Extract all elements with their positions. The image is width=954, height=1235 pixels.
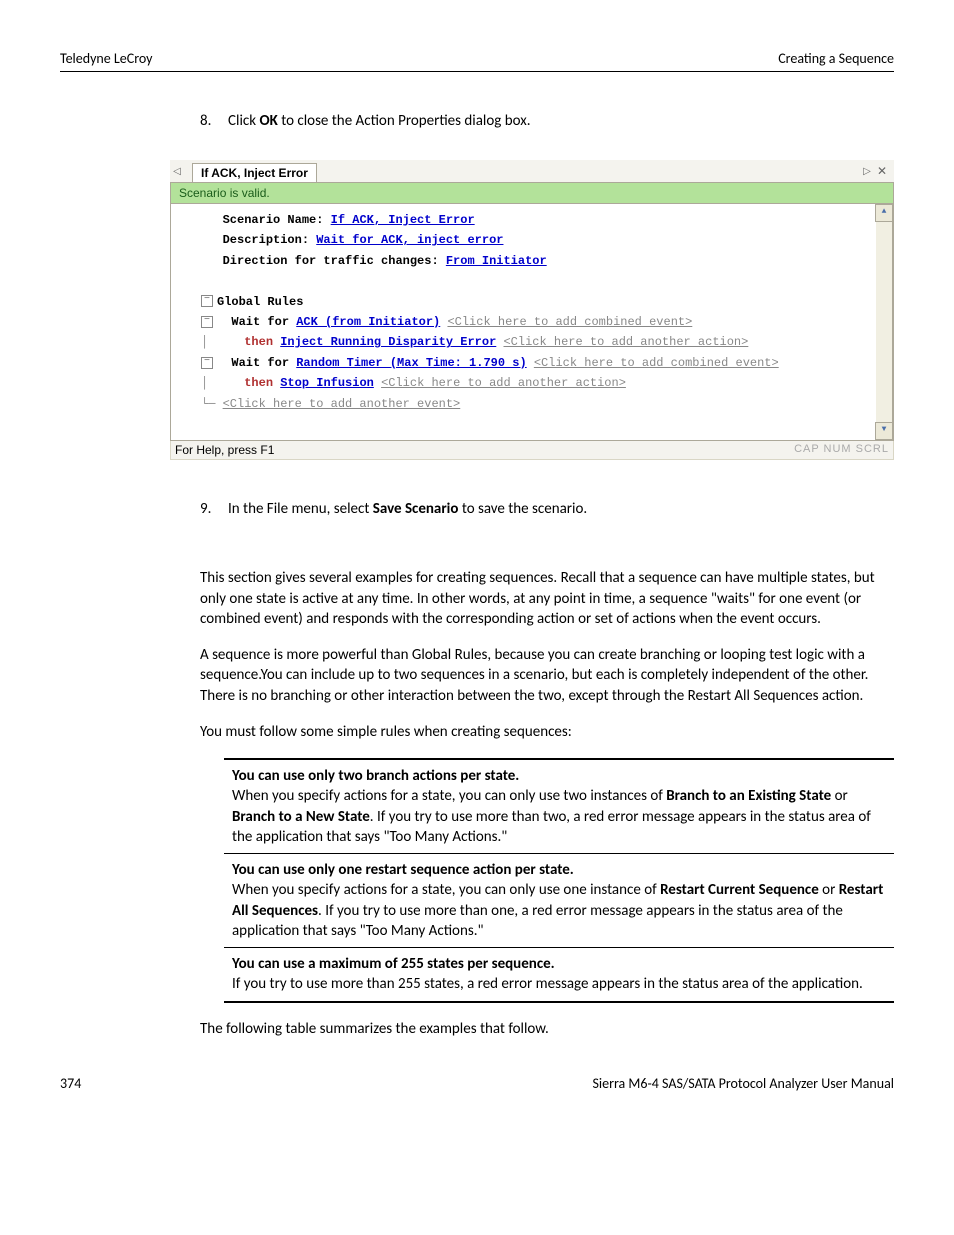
description-label: Description: (223, 233, 317, 247)
screenshot-panel: ◁ If ACK, Inject Error ▷ ✕ Scenario is v… (170, 160, 894, 460)
rule1-action[interactable]: Inject Running Disparity Error (280, 335, 496, 349)
scenario-name-value[interactable]: If ACK, Inject Error (331, 213, 475, 227)
scroll-down-icon[interactable]: ▼ (875, 422, 893, 440)
rule-title: You can use a maximum of 255 states per … (232, 955, 555, 973)
rule-title: You can use only one restart sequence ac… (232, 861, 574, 879)
rule-body: . If you try to use more than one, a red… (232, 902, 843, 940)
table-row: You can use only two branch actions per … (224, 759, 894, 854)
direction-value[interactable]: From Initiator (446, 254, 547, 268)
rule-body: or (819, 881, 839, 899)
description-line: Description: Wait for ACK, inject error (201, 230, 889, 250)
statusbar-help: For Help, press F1 (175, 443, 274, 457)
add-combined-event-placeholder[interactable]: <Click here to add combined event> (534, 356, 779, 370)
rule-bold: Restart Current Sequence (660, 881, 819, 899)
global-rules-label: Global Rules (217, 295, 303, 309)
scrollbar-track[interactable] (876, 221, 893, 423)
rule-body: If you try to use more than 255 states, … (232, 975, 863, 993)
fold-icon[interactable]: − (201, 316, 213, 328)
page-footer: 374 Sierra M6-4 SAS/SATA Protocol Analyz… (60, 1075, 894, 1092)
scenario-name-line: Scenario Name: If ACK, Inject Error (201, 210, 889, 230)
step-text: In the File menu, select Save Scenario t… (228, 500, 894, 518)
rule-bold: Branch to an Existing State (666, 787, 831, 805)
rule2-event[interactable]: Random Timer (Max Time: 1.790 s) (296, 356, 526, 370)
scroll-up-icon[interactable]: ▲ (875, 204, 893, 222)
add-action-placeholder[interactable]: <Click here to add another action> (381, 376, 626, 390)
status-bar: For Help, press F1 CAP NUM SCRL (170, 441, 894, 460)
scenario-editor[interactable]: ▲ ▼ Scenario Name: If ACK, Inject Error … (170, 204, 894, 441)
rule2-action[interactable]: Stop Infusion (280, 376, 374, 390)
step-text-bold: Save Scenario (373, 500, 459, 518)
close-icon[interactable]: ✕ (874, 164, 894, 178)
rule-body: or (831, 787, 848, 805)
paragraph: This section gives several examples for … (200, 568, 894, 629)
rule2-then-line: │ then Stop Infusion <Click here to add … (201, 373, 889, 393)
table-row: You can use only one restart sequence ac… (224, 854, 894, 948)
step-number: 8. (200, 112, 228, 130)
step-text-bold: OK (259, 112, 277, 130)
global-rules-line: −Global Rules (201, 292, 889, 312)
tab-scroll-left-icon[interactable]: ◁ (170, 166, 184, 177)
scenario-tab[interactable]: If ACK, Inject Error (192, 163, 317, 182)
step-text-post: to save the scenario. (458, 500, 587, 518)
page-number: 374 (60, 1075, 81, 1092)
table-row: You can use a maximum of 255 states per … (224, 948, 894, 1002)
rule-body: When you specify actions for a state, yo… (232, 787, 666, 805)
header-right: Creating a Sequence (778, 50, 894, 67)
direction-label: Direction for traffic changes: (223, 254, 446, 268)
add-combined-event-placeholder[interactable]: <Click here to add combined event> (447, 315, 692, 329)
tab-scroll-right-icon[interactable]: ▷ (860, 166, 874, 177)
tab-bar: ◁ If ACK, Inject Error ▷ ✕ (170, 160, 894, 183)
step-text-post: to close the Action Properties dialog bo… (278, 112, 531, 130)
header-left: Teledyne LeCroy (60, 50, 153, 67)
rule-title: You can use only two branch actions per … (232, 767, 519, 785)
rules-table: You can use only two branch actions per … (224, 758, 894, 1003)
step-text-pre: In the File menu, select (228, 500, 373, 518)
wait-for-label: Wait for (231, 315, 289, 329)
footer-title: Sierra M6-4 SAS/SATA Protocol Analyzer U… (592, 1075, 894, 1092)
add-action-placeholder[interactable]: <Click here to add another action> (503, 335, 748, 349)
paragraph: You must follow some simple rules when c… (200, 722, 894, 742)
fold-icon[interactable]: − (201, 295, 213, 307)
add-event-placeholder[interactable]: <Click here to add another event> (223, 397, 461, 411)
rule1-line: − Wait for ACK (from Initiator) <Click h… (201, 312, 889, 332)
then-label: then (244, 376, 273, 390)
step-8: 8. Click OK to close the Action Properti… (200, 112, 894, 130)
scenario-name-label: Scenario Name: (223, 213, 331, 227)
direction-line: Direction for traffic changes: From Init… (201, 251, 889, 271)
rule-bold: Branch to a New State (232, 808, 370, 826)
step-9: 9. In the File menu, select Save Scenari… (200, 500, 894, 518)
scenario-status: Scenario is valid. (170, 183, 894, 204)
rule-body: When you specify actions for a state, yo… (232, 881, 660, 899)
statusbar-indicators: CAP NUM SCRL (794, 443, 889, 457)
wait-for-label: Wait for (231, 356, 289, 370)
rule2-line: − Wait for Random Timer (Max Time: 1.790… (201, 353, 889, 373)
page-header: Teledyne LeCroy Creating a Sequence (60, 50, 894, 72)
rule1-then-line: │ then Inject Running Disparity Error <C… (201, 332, 889, 352)
description-value[interactable]: Wait for ACK, inject error (316, 233, 503, 247)
step-text: Click OK to close the Action Properties … (228, 112, 894, 130)
fold-icon[interactable]: − (201, 357, 213, 369)
paragraph: A sequence is more powerful than Global … (200, 645, 894, 706)
paragraph: The following table summarizes the examp… (200, 1019, 894, 1039)
add-event-line: └─ <Click here to add another event> (201, 394, 889, 414)
step-number: 9. (200, 500, 228, 518)
then-label: then (244, 335, 273, 349)
step-text-pre: Click (228, 112, 259, 130)
rule1-event[interactable]: ACK (from Initiator) (296, 315, 440, 329)
